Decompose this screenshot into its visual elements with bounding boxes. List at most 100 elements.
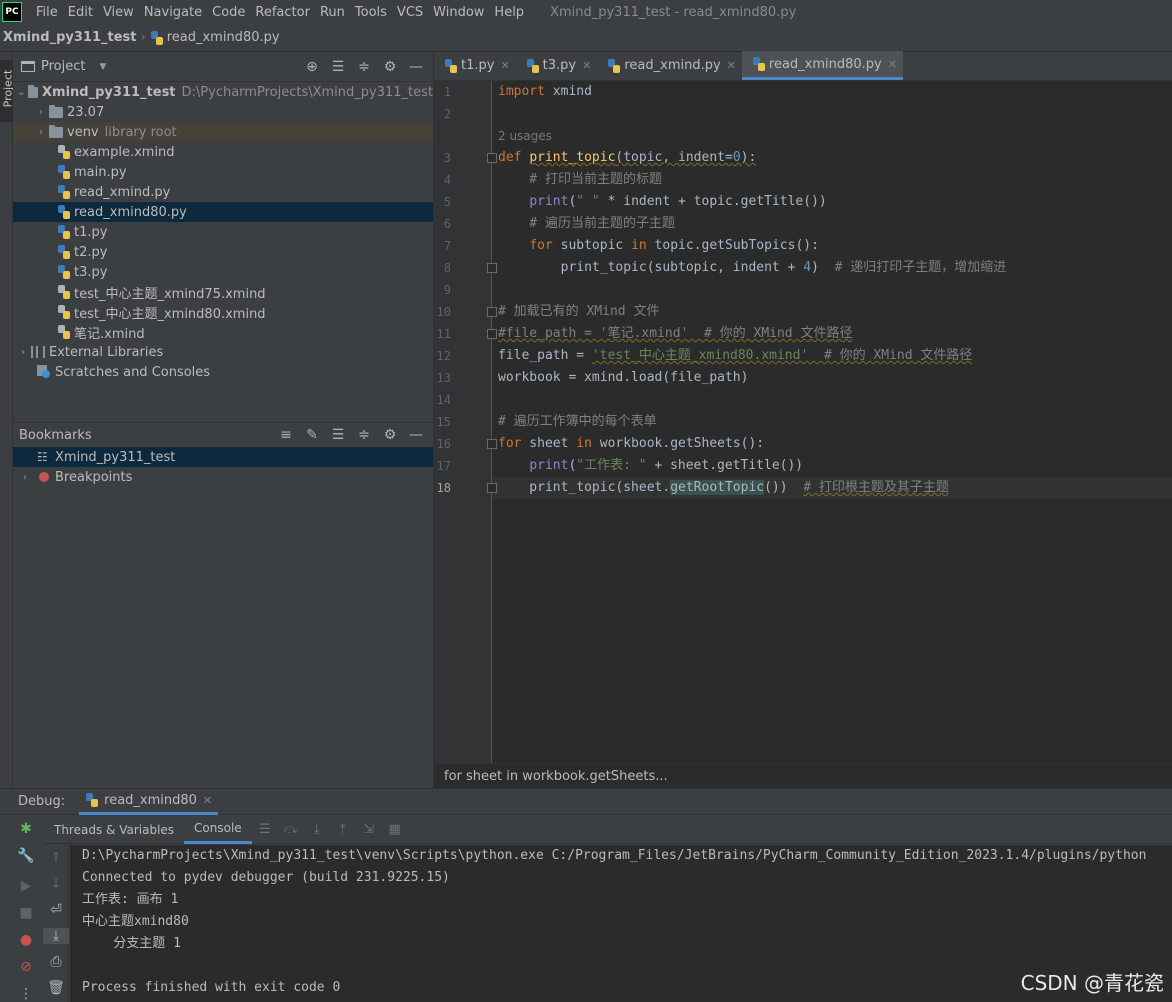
menu-icon[interactable]: ☰ bbox=[252, 822, 278, 837]
table-icon[interactable]: ▦ bbox=[382, 822, 408, 837]
code-line-11: #file_path = '笔记.xmind' # 你的 XMind 文件路径 bbox=[498, 326, 853, 341]
edit-icon[interactable]: ✎ bbox=[299, 427, 325, 443]
tab-t3[interactable]: t3.py ✕ bbox=[516, 51, 598, 80]
debug-label: Debug: bbox=[18, 794, 66, 809]
code-editor[interactable]: 1 2 3 4 5 6 7 8 9 10 11 12 13 14 15 16 1… bbox=[434, 81, 1172, 763]
line-number: 13 bbox=[436, 371, 451, 385]
tree-item-23-07[interactable]: › 23.07 bbox=[13, 102, 433, 122]
chevron-down-icon[interactable]: ⌄ bbox=[17, 87, 26, 98]
fold-icon[interactable] bbox=[487, 329, 497, 339]
fold-icon[interactable] bbox=[487, 307, 497, 317]
collapse-all-icon[interactable]: ≑ bbox=[351, 427, 377, 443]
expand-all-icon[interactable]: ☰ bbox=[325, 427, 351, 443]
menu-tools[interactable]: Tools bbox=[351, 5, 391, 20]
gear-icon[interactable]: ⚙ bbox=[377, 427, 403, 443]
menu-window[interactable]: Window bbox=[429, 5, 488, 20]
tab-threads-variables[interactable]: Threads & Variables bbox=[44, 816, 184, 844]
scroll-to-end-icon[interactable]: ⤓ bbox=[43, 928, 69, 944]
close-icon[interactable]: ✕ bbox=[500, 59, 509, 72]
tree-item-file[interactable]: test_中心主题_xmind75.xmind bbox=[13, 282, 433, 302]
tree-item-file[interactable]: main.py bbox=[13, 162, 433, 182]
tree-root[interactable]: ⌄ Xmind_py311_test D:\PycharmProjects\Xm… bbox=[13, 82, 433, 102]
tree-item-external-libraries[interactable]: › External Libraries bbox=[13, 342, 433, 362]
code-line-12: file_path = 'test_中心主题_xmind80.xmind' # … bbox=[498, 345, 972, 367]
soft-wrap-icon[interactable]: ⏎ bbox=[43, 902, 69, 918]
project-panel-title[interactable]: Project bbox=[41, 59, 85, 74]
gear-icon[interactable]: ⚙ bbox=[377, 59, 403, 75]
close-icon[interactable]: ✕ bbox=[727, 59, 736, 72]
chevron-down-icon[interactable]: ▼ bbox=[99, 62, 106, 72]
tree-item-file[interactable]: example.xmind bbox=[13, 142, 433, 162]
minimize-icon[interactable]: — bbox=[403, 59, 429, 75]
usages-hint[interactable]: 2 usages bbox=[498, 129, 552, 143]
mute-breakpoints-icon[interactable]: ⊘ bbox=[13, 959, 39, 975]
menu-refactor[interactable]: Refactor bbox=[251, 5, 314, 20]
expand-all-icon[interactable]: ☰ bbox=[325, 59, 351, 75]
code-line-7: for subtopic in topic.getSubTopics(): bbox=[498, 235, 819, 257]
step-into-icon[interactable]: ⤓ bbox=[304, 822, 330, 837]
add-list-icon[interactable]: ≡ bbox=[273, 427, 299, 443]
tree-item-file[interactable]: 笔记.xmind bbox=[13, 322, 433, 342]
tree-item-file[interactable]: test_中心主题_xmind80.xmind bbox=[13, 302, 433, 322]
code-line-15: # 遍历工作簿中的每个表单 bbox=[498, 414, 657, 429]
tree-item-file[interactable]: t2.py bbox=[13, 242, 433, 262]
chevron-right-icon[interactable]: › bbox=[19, 472, 31, 483]
menu-navigate[interactable]: Navigate bbox=[140, 5, 206, 20]
tab-read-xmind[interactable]: read_xmind.py ✕ bbox=[597, 51, 742, 80]
editor-breadcrumb[interactable]: for sheet in workbook.getSheets... bbox=[434, 763, 1172, 788]
line-number-current: 18 bbox=[436, 481, 451, 495]
breadcrumb-file[interactable]: read_xmind80.py bbox=[150, 30, 280, 45]
fold-icon[interactable] bbox=[487, 263, 497, 273]
tab-t1[interactable]: t1.py ✕ bbox=[434, 51, 516, 80]
print-icon[interactable]: ⎙ bbox=[43, 954, 69, 970]
chevron-right-icon[interactable]: › bbox=[35, 107, 47, 118]
fold-icon[interactable] bbox=[487, 439, 497, 449]
step-out-icon[interactable]: ⤒ bbox=[330, 822, 356, 837]
close-icon[interactable]: ✕ bbox=[203, 794, 212, 807]
fold-icon[interactable] bbox=[487, 483, 497, 493]
down-arrow-icon[interactable]: ↓ bbox=[43, 876, 69, 892]
menu-code[interactable]: Code bbox=[208, 5, 249, 20]
code-token: print bbox=[529, 194, 569, 209]
breakpoints-item[interactable]: › Breakpoints bbox=[13, 467, 433, 487]
close-icon[interactable]: ✕ bbox=[582, 59, 591, 72]
debug-session-tab[interactable]: read_xmind80 ✕ bbox=[79, 789, 219, 815]
resume-icon[interactable]: ▶ bbox=[13, 878, 39, 894]
step-over-icon[interactable]: ⤼ bbox=[278, 822, 304, 837]
xmind-file-icon bbox=[57, 305, 71, 319]
menu-vcs[interactable]: VCS bbox=[393, 5, 427, 20]
collapse-all-icon[interactable]: ≑ bbox=[351, 59, 377, 75]
tree-item-scratches[interactable]: Scratches and Consoles bbox=[13, 362, 433, 382]
code-token: + sheet.getTitle()) bbox=[646, 458, 804, 473]
view-breakpoints-icon[interactable]: ● bbox=[13, 932, 39, 948]
bookmark-item[interactable]: ☷ Xmind_py311_test bbox=[13, 447, 433, 467]
bug-icon[interactable]: ✱ bbox=[13, 821, 39, 837]
stop-icon[interactable]: ■ bbox=[13, 905, 39, 921]
console-output[interactable]: D:\PycharmProjects\Xmind_py311_test\venv… bbox=[70, 845, 1172, 1002]
trash-icon[interactable]: 🗑 bbox=[43, 980, 69, 996]
tree-item-file[interactable]: read_xmind.py bbox=[13, 182, 433, 202]
up-arrow-icon[interactable]: ↑ bbox=[43, 850, 69, 866]
breadcrumb-project[interactable]: Xmind_py311_test bbox=[3, 30, 137, 45]
menu-run[interactable]: Run bbox=[316, 5, 349, 20]
wrench-icon[interactable]: 🔧 bbox=[13, 848, 39, 864]
menu-view[interactable]: View bbox=[99, 5, 138, 20]
close-icon[interactable]: ✕ bbox=[888, 58, 897, 71]
menu-file[interactable]: File bbox=[32, 5, 62, 20]
menu-edit[interactable]: Edit bbox=[64, 5, 97, 20]
tab-read-xmind80-active[interactable]: read_xmind80.py ✕ bbox=[741, 51, 903, 80]
tree-item-venv[interactable]: › venv library root bbox=[13, 122, 433, 142]
fold-icon[interactable] bbox=[487, 153, 497, 163]
tree-item-file-selected[interactable]: read_xmind80.py bbox=[13, 202, 433, 222]
chevron-right-icon[interactable]: › bbox=[35, 127, 47, 138]
tab-console[interactable]: Console bbox=[184, 816, 252, 844]
more-icon[interactable]: ⋮ bbox=[13, 986, 39, 1002]
menu-help[interactable]: Help bbox=[490, 5, 528, 20]
run-to-cursor-icon[interactable]: ⇲ bbox=[356, 822, 382, 837]
tree-item-label: main.py bbox=[74, 164, 127, 180]
tree-item-file[interactable]: t1.py bbox=[13, 222, 433, 242]
locate-icon[interactable]: ⊕ bbox=[299, 59, 325, 75]
chevron-right-icon[interactable]: › bbox=[17, 347, 29, 358]
project-tool-button[interactable]: Project bbox=[0, 60, 15, 122]
tree-item-file[interactable]: t3.py bbox=[13, 262, 433, 282]
